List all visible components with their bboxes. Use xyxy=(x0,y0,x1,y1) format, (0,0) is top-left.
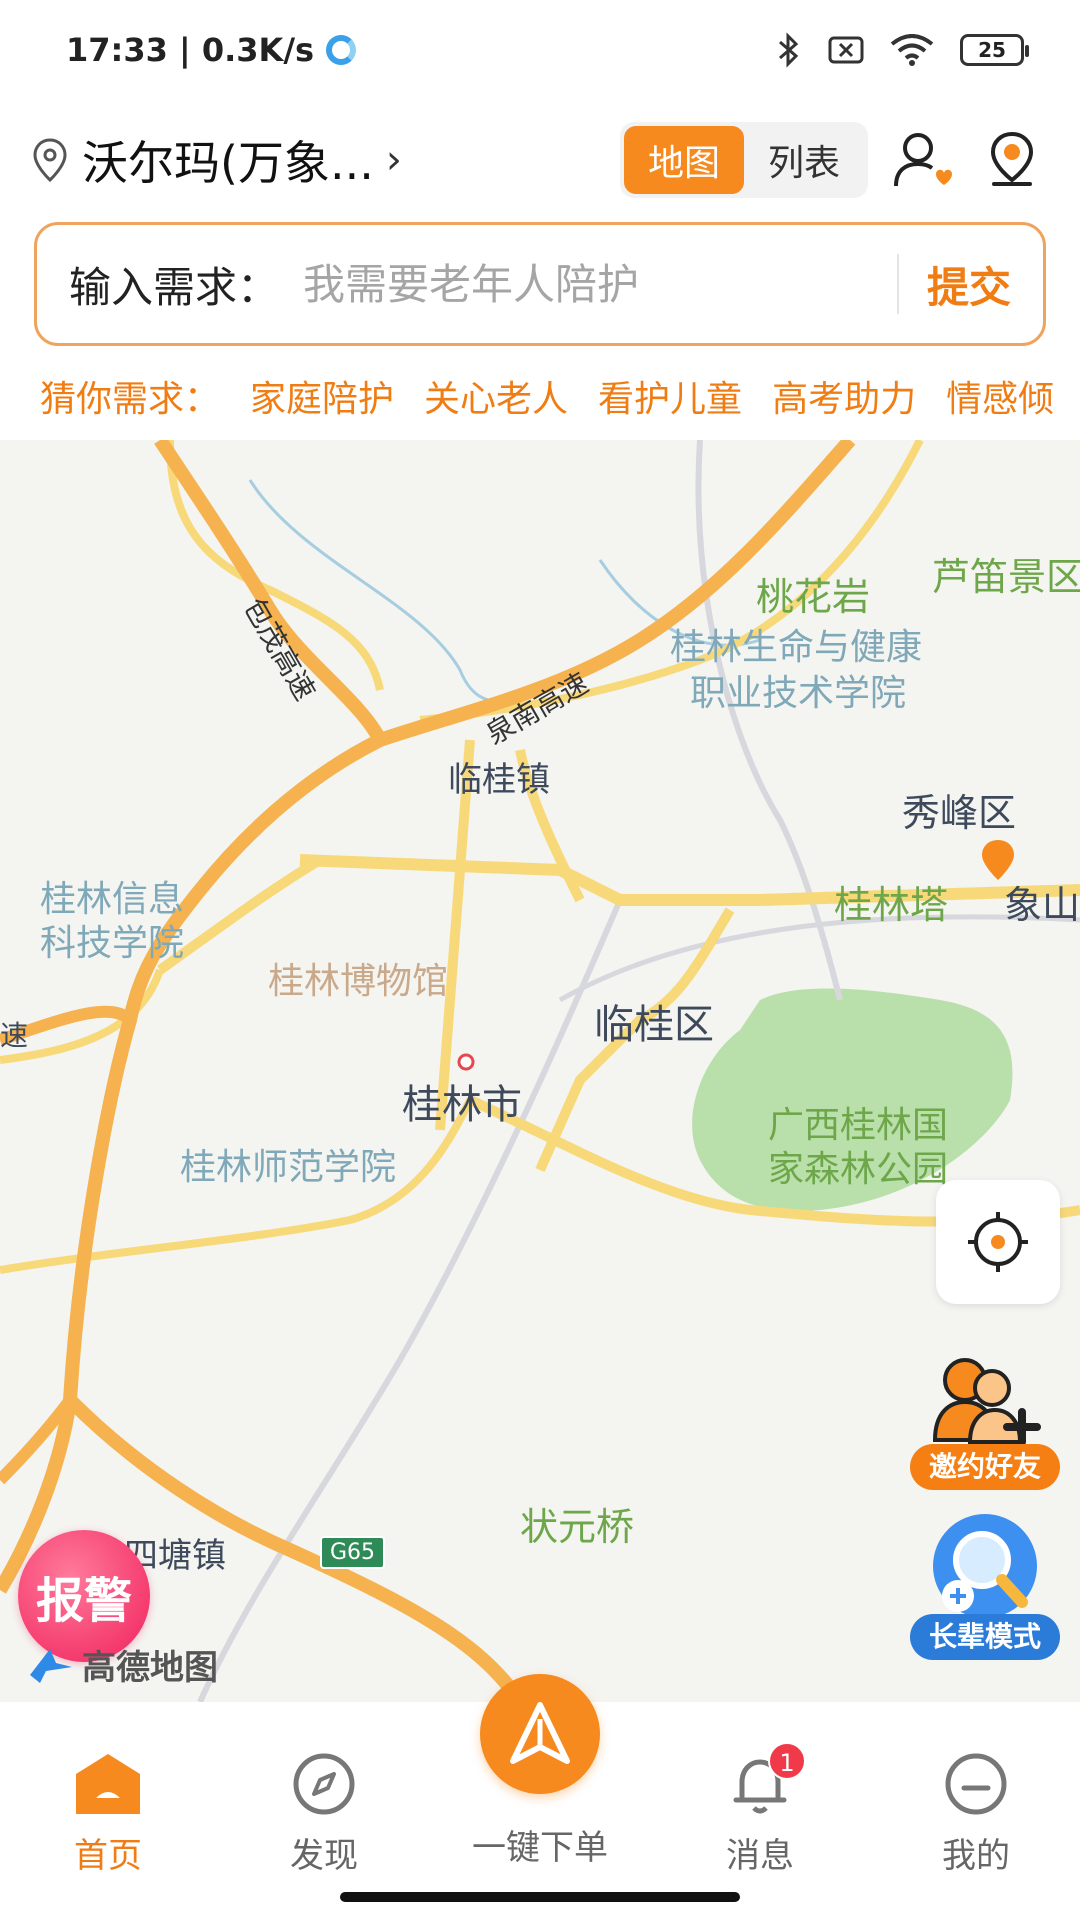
sim-off-icon xyxy=(828,36,864,64)
map-attribution: 高德地图 xyxy=(26,1640,218,1689)
quick-order-label: 一键下单 xyxy=(472,1828,608,1868)
view-toggle: 地图 列表 xyxy=(620,122,868,198)
map-label: 桂林生命与健康 xyxy=(670,627,923,668)
time-speed: 17:33 | 0.3K/s xyxy=(66,31,315,69)
tab-list[interactable]: 列表 xyxy=(744,126,864,194)
request-label: 输入需求： xyxy=(69,262,280,312)
elder-mode-label: 长辈模式 xyxy=(910,1614,1060,1660)
app-notification-icon xyxy=(326,35,357,65)
user-heart-icon xyxy=(894,133,952,187)
guess-item[interactable]: 关心老人 xyxy=(424,370,568,422)
map-label: 桂林博物馆 xyxy=(268,961,449,1002)
location-share-button[interactable] xyxy=(976,124,1048,196)
map-label: 桂林塔 xyxy=(834,883,949,927)
bottom-nav: 首页 发现 一键下单 1 消息 我的 xyxy=(0,1674,1080,1920)
wifi-icon xyxy=(890,34,934,66)
nav-mine-label: 我的 xyxy=(942,1836,1010,1876)
guess-item[interactable]: 看护儿童 xyxy=(598,370,742,422)
home-icon xyxy=(76,1754,140,1814)
guess-label: 猜你需求： xyxy=(40,379,221,420)
map-label: 科技学院 xyxy=(40,923,185,964)
request-divider xyxy=(896,254,899,314)
map-label: 状元桥 xyxy=(520,1505,635,1549)
map-label: 桃花岩 xyxy=(756,575,871,619)
nav-home[interactable]: 首页 xyxy=(28,1752,188,1877)
map-label: 桂林市 xyxy=(402,1082,522,1128)
quick-order-button[interactable] xyxy=(480,1674,600,1794)
invite-friends-label: 邀约好友 xyxy=(910,1444,1060,1490)
battery-indicator: 25 xyxy=(960,34,1029,66)
nav-mine[interactable]: 我的 xyxy=(896,1752,1056,1877)
header: 沃尔玛(万象... › 地图 列表 xyxy=(0,100,1080,220)
railway xyxy=(197,898,623,1702)
add-friends-icon xyxy=(932,1358,1041,1446)
nav-messages-label: 消息 xyxy=(726,1836,794,1876)
guess-row: 猜你需求： 家庭陪护 关心老人 看护儿童 高考助力 情感倾 xyxy=(40,368,1080,424)
map-label: 象山 xyxy=(1004,883,1080,927)
location-text: 沃尔玛(万象... xyxy=(82,136,374,190)
elder-mode-button[interactable]: 长辈模式 xyxy=(910,1510,1060,1660)
message-badge: 1 xyxy=(768,1742,806,1780)
status-bar: 17:33 | 0.3K/s 25 xyxy=(0,0,1080,100)
nav-home-label: 首页 xyxy=(74,1836,142,1876)
amap-logo-icon xyxy=(30,1648,72,1683)
invite-friends-button[interactable]: 邀约好友 xyxy=(910,1350,1060,1490)
compass-icon xyxy=(293,1753,355,1815)
map-label: 秀峰区 xyxy=(902,791,1017,835)
location-pin-icon xyxy=(33,138,67,183)
home-indicator[interactable] xyxy=(340,1892,740,1902)
bluetooth-icon xyxy=(779,32,799,68)
send-arrow-icon xyxy=(510,1702,570,1764)
nav-discover-label: 发现 xyxy=(290,1836,358,1876)
status-left: 17:33 | 0.3K/s xyxy=(66,31,357,69)
city-marker xyxy=(457,1053,475,1071)
map-label: 桂林信息 xyxy=(40,879,185,920)
map-label: 临桂镇 xyxy=(448,760,550,800)
profile-face-icon xyxy=(945,1753,1007,1815)
map-road-label: 速 xyxy=(0,1019,29,1052)
map-label: 职业技术学院 xyxy=(690,673,907,714)
map-view[interactable]: 桃花岩 芦笛景区 桂林生命与健康 职业技术学院 包茂高速 泉南高速 临桂镇 秀峰… xyxy=(0,440,1080,1702)
status-right: 25 xyxy=(776,32,1029,68)
guess-item[interactable]: 情感倾 xyxy=(946,370,1054,422)
submit-button[interactable]: 提交 xyxy=(927,254,1011,315)
guess-item[interactable]: 高考助力 xyxy=(772,370,916,422)
road xyxy=(299,854,1080,906)
request-box: 输入需求： 提交 xyxy=(34,222,1046,346)
map-label: 家森林公园 xyxy=(768,1149,949,1190)
locate-me-button[interactable] xyxy=(936,1180,1060,1304)
location-selector[interactable]: 沃尔玛(万象... › xyxy=(32,127,402,193)
map-label: 临桂区 xyxy=(594,1002,714,1048)
crosshair-icon xyxy=(968,1212,1028,1272)
attribution-text: 高德地图 xyxy=(82,1648,218,1688)
map-pin-icon xyxy=(990,131,1034,186)
request-input[interactable] xyxy=(303,259,869,309)
tab-map[interactable]: 地图 xyxy=(624,126,744,194)
nav-discover[interactable]: 发现 xyxy=(244,1752,404,1877)
screen: 17:33 | 0.3K/s 25 沃尔玛(万象... › 地图 列表 输入需求… xyxy=(0,0,1080,1920)
guess-item[interactable]: 家庭陪护 xyxy=(250,370,394,422)
map-label: 芦笛景区 xyxy=(932,555,1080,599)
magnifier-icon xyxy=(933,1514,1037,1618)
chevron-right-icon: › xyxy=(385,137,402,183)
map-label: 桂林师范学院 xyxy=(180,1147,397,1188)
highway-shield: G65 xyxy=(320,1536,386,1569)
user-care-button[interactable] xyxy=(886,124,958,196)
nav-messages[interactable]: 1 消息 xyxy=(680,1742,840,1877)
